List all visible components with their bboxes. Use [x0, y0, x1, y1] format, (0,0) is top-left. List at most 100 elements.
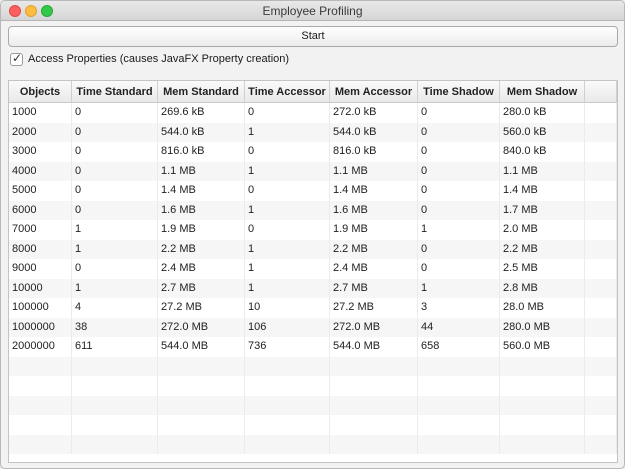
table-cell: 27.2 MB [158, 298, 245, 318]
table-cell [418, 356, 500, 376]
table-cell [158, 415, 245, 435]
column-header[interactable]: Time Standard [72, 81, 158, 103]
empty-table-row[interactable] [9, 415, 617, 435]
table-cell: 0 [418, 142, 500, 162]
table-cell: 2.2 MB [158, 239, 245, 259]
table-row[interactable]: 10000 1 2.7 MB 1 2.7 MB 1 2.8 MB [9, 278, 617, 298]
table-cell [585, 298, 617, 318]
table-cell: 1 [245, 259, 330, 279]
table-cell [585, 200, 617, 220]
table-cell: 272.0 MB [158, 317, 245, 337]
table-cell: 2.4 MB [158, 259, 245, 279]
table-cell [158, 434, 245, 454]
table-row[interactable]: 5000 0 1.4 MB 0 1.4 MB 0 1.4 MB [9, 181, 617, 201]
table-cell: 1 [72, 239, 158, 259]
table-cell [585, 278, 617, 298]
table-cell: 1.4 MB [158, 181, 245, 201]
empty-table-row[interactable] [9, 356, 617, 376]
table-row[interactable]: 7000 1 1.9 MB 0 1.9 MB 1 2.0 MB [9, 220, 617, 240]
empty-table-row[interactable] [9, 376, 617, 396]
table-row[interactable]: 8000 1 2.2 MB 1 2.2 MB 0 2.2 MB [9, 239, 617, 259]
table-row[interactable]: 1000 0 269.6 kB 0 272.0 kB 0 280.0 kB [9, 103, 617, 123]
table-cell: 3000 [9, 142, 72, 162]
table-cell [585, 317, 617, 337]
table-cell: 816.0 kB [330, 142, 418, 162]
table-cell: 2.2 MB [330, 239, 418, 259]
column-header[interactable]: Mem Shadow [500, 81, 585, 103]
table-cell: 10000 [9, 278, 72, 298]
table-cell: 1.9 MB [158, 220, 245, 240]
table-row[interactable]: 6000 0 1.6 MB 1 1.6 MB 0 1.7 MB [9, 200, 617, 220]
table-cell [245, 415, 330, 435]
column-header[interactable]: Mem Standard [158, 81, 245, 103]
column-header[interactable]: Time Shadow [418, 81, 500, 103]
table-cell [330, 415, 418, 435]
table-row[interactable]: 100000 4 27.2 MB 10 27.2 MB 3 28.0 MB [9, 298, 617, 318]
table-cell [585, 142, 617, 162]
window-title: Employee Profiling [262, 4, 363, 18]
start-button[interactable]: Start [8, 26, 618, 47]
title-bar[interactable]: Employee Profiling [1, 1, 624, 21]
table-cell: 2.7 MB [158, 278, 245, 298]
table-cell [245, 395, 330, 415]
table-cell [330, 356, 418, 376]
table-cell: 2.4 MB [330, 259, 418, 279]
table-row[interactable]: 3000 0 816.0 kB 0 816.0 kB 0 840.0 kB [9, 142, 617, 162]
table-cell: 2000 [9, 122, 72, 142]
table-cell [585, 376, 617, 396]
table-cell: 544.0 kB [330, 122, 418, 142]
table-cell [330, 395, 418, 415]
table-cell [585, 395, 617, 415]
table-cell: 1 [418, 278, 500, 298]
table-cell: 0 [245, 142, 330, 162]
table-cell [585, 161, 617, 181]
table-row[interactable]: 1000000 38 272.0 MB 106 272.0 MB 44 280.0 MB [9, 317, 617, 337]
table-cell: 280.0 kB [500, 103, 585, 123]
table-cell: 272.0 kB [330, 103, 418, 123]
table-cell: 5000 [9, 181, 72, 201]
app-window: Employee Profiling Start ✓ Access Proper… [0, 0, 625, 469]
table-cell: 10 [245, 298, 330, 318]
table-cell [500, 415, 585, 435]
table-cell: 0 [72, 142, 158, 162]
table-cell [330, 376, 418, 396]
access-properties-label[interactable]: Access Properties (causes JavaFX Propert… [28, 53, 289, 65]
table-cell: 0 [72, 103, 158, 123]
column-header[interactable]: Objects [9, 81, 72, 103]
table-cell [585, 122, 617, 142]
table-cell: 0 [418, 181, 500, 201]
table-cell: 1.7 MB [500, 200, 585, 220]
table-cell: 1 [245, 161, 330, 181]
profiling-table[interactable]: Objects Time Standard Mem Standard Time Acc… [8, 80, 618, 463]
table-cell [500, 376, 585, 396]
table-cell: 6000 [9, 200, 72, 220]
access-properties-checkbox[interactable]: ✓ [10, 51, 23, 66]
table-row[interactable]: 2000 0 544.0 kB 1 544.0 kB 0 560.0 kB [9, 122, 617, 142]
table-cell: 1000 [9, 103, 72, 123]
table-cell [418, 376, 500, 396]
empty-table-row[interactable] [9, 434, 617, 454]
table-cell: 658 [418, 337, 500, 357]
table-cell: 560.0 MB [500, 337, 585, 357]
column-header-filler [585, 81, 617, 103]
table-cell [158, 356, 245, 376]
table-cell [245, 356, 330, 376]
table-cell: 736 [245, 337, 330, 357]
table-cell: 840.0 kB [500, 142, 585, 162]
table-row[interactable]: 2000000 611 544.0 MB 736 544.0 MB 658 560.0 MB [9, 337, 617, 357]
table-cell [500, 356, 585, 376]
table-cell: 1 [72, 278, 158, 298]
table-cell [158, 376, 245, 396]
table-cell: 1000000 [9, 317, 72, 337]
access-properties-row[interactable]: ✓ Access Properties (causes JavaFX Prope… [10, 51, 289, 66]
table-cell [585, 181, 617, 201]
table-cell: 544.0 MB [158, 337, 245, 357]
table-row[interactable]: 9000 0 2.4 MB 1 2.4 MB 0 2.5 MB [9, 259, 617, 279]
column-header[interactable]: Time Accessor [245, 81, 330, 103]
table-cell: 0 [72, 122, 158, 142]
empty-table-row[interactable] [9, 395, 617, 415]
column-header[interactable]: Mem Accessor [330, 81, 418, 103]
table-cell: 2.8 MB [500, 278, 585, 298]
table-cell [585, 434, 617, 454]
table-row[interactable]: 4000 0 1.1 MB 1 1.1 MB 0 1.1 MB [9, 161, 617, 181]
